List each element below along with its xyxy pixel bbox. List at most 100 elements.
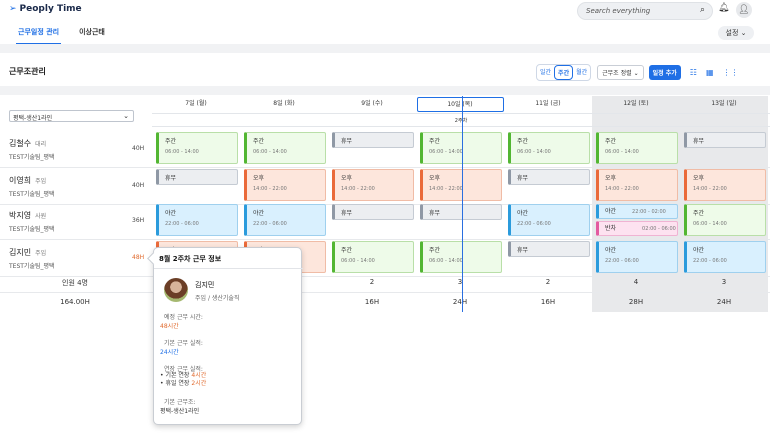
employee-hours: 36H (132, 217, 145, 224)
view-month-button[interactable]: 월간 (573, 65, 590, 80)
app-logo[interactable]: ➢ Peoply Time (9, 4, 82, 14)
location-filter-value: 평택-생산1라인 (13, 115, 53, 122)
bell-icon[interactable]: 🔔︎ (718, 3, 729, 13)
shift-card[interactable]: 휴무 (156, 169, 238, 185)
shift-card[interactable]: 야간 22:00 - 06:00 (244, 204, 326, 236)
employee-dept: TEST기술팀_평택 (9, 191, 55, 198)
day-header[interactable]: 7일 (월) (152, 96, 240, 112)
tab-attendance-anomaly[interactable]: 이상근태 (79, 27, 105, 42)
shift-card[interactable]: 주간 06:00 - 14:00 (420, 241, 502, 273)
settings-dropdown[interactable]: 설정 ⌄ (718, 26, 754, 40)
shift-card[interactable]: 휴무 (332, 204, 414, 220)
top-bar: ➢ Peoply Time 근무일정 관리 이상근태 Search everyt… (0, 0, 770, 45)
location-filter-select[interactable]: 평택-생산1라인 ⌄ (9, 110, 134, 122)
list-view-icon[interactable]: ☷ (690, 68, 697, 77)
popover-name: 김지민 (195, 281, 215, 289)
view-week-button[interactable]: 주간 (554, 65, 574, 80)
main-tabs: 근무일정 관리 이상근태 (15, 27, 105, 45)
overtime-item: • 기본 연장 4시간 (160, 372, 207, 379)
chevron-down-icon: ⌄ (123, 112, 129, 120)
shift-card[interactable]: 오후14:00 - 22:00 (684, 169, 766, 201)
logo-mark-icon: ➢ (9, 4, 17, 14)
day-header[interactable]: 8일 (화) (240, 96, 328, 112)
employee-name: 박지영 사원 (9, 211, 47, 220)
app-logo-text: Peoply Time (19, 4, 82, 14)
day-hours: 24H (452, 298, 468, 306)
day-header[interactable]: 12일 (토) (592, 96, 680, 112)
search-icon[interactable]: ⌕ (700, 5, 705, 15)
shift-card[interactable]: 야간 22:00 - 06:00 (596, 241, 678, 273)
employee-name: 김지민 주임 (9, 248, 47, 257)
view-mode-toggle: 일간 주간 월간 (536, 64, 592, 81)
employee-rank: 사원 (35, 213, 47, 220)
current-time-line (462, 96, 463, 312)
user-icon[interactable]: 👤︎ (736, 2, 752, 18)
shift-card[interactable]: 주간 06:00 - 14:00 (156, 132, 238, 164)
grid-view-icon[interactable]: ▦ (706, 68, 714, 77)
shift-card[interactable]: 휴무 (684, 132, 766, 148)
employee-dept: TEST기술팀_평택 (9, 226, 55, 233)
shift-card[interactable]: 오후14:00 - 22:00 (596, 169, 678, 201)
shift-card[interactable]: 휴무 (508, 241, 590, 257)
employee-hours: 40H (132, 182, 145, 189)
view-day-button[interactable]: 일간 (537, 65, 554, 80)
employee-dept: TEST기술팀_평택 (9, 263, 55, 270)
shift-card[interactable]: 주간 06:00 - 14:00 (244, 132, 326, 164)
day-hours: 16H (540, 298, 556, 306)
shift-card[interactable]: 휴무 (420, 204, 502, 220)
basic-hours-value: 24시간 (160, 349, 179, 356)
overtime-list: • 기본 연장 4시간 • 휴일 연장 2시간 (160, 372, 206, 388)
planned-hours-value: 48시간 (160, 323, 179, 330)
shift-card[interactable]: 주간 06:00 - 14:00 (420, 132, 502, 164)
employee-rank: 주임 (35, 178, 47, 185)
day-header[interactable]: 9일 (수) (328, 96, 416, 112)
row-divider (0, 276, 770, 277)
section-divider-2 (0, 86, 770, 95)
week-label: 2주차 (152, 113, 770, 127)
shift-card[interactable]: 주간 06:00 - 14:00 (596, 132, 678, 164)
employee-dept: TEST기술팀_평택 (9, 154, 55, 161)
section-divider (0, 44, 770, 53)
add-schedule-button[interactable]: 일정 추가 (648, 65, 681, 80)
sort-select[interactable]: 근무조 정렬 ⌄ (597, 65, 644, 80)
day-hours: 28H (628, 298, 644, 306)
shift-card[interactable]: 야간 22:00 - 06:00 (156, 204, 238, 236)
headcount-label: 인원 4명 (62, 279, 88, 287)
search-input[interactable]: Search everything ⌕ (577, 2, 713, 20)
day-header[interactable]: 11일 (금) (504, 96, 592, 112)
day-count: 3 (457, 278, 463, 286)
shift-card[interactable]: 오후14:00 - 22:00 (244, 169, 326, 201)
shift-card[interactable]: 휴무 (332, 132, 414, 148)
employee-rank: 대리 (35, 141, 47, 148)
view-toolbar: 일간 주간 월간 근무조 정렬 ⌄ 일정 추가 ☷ ▦ ⋮⋮ (536, 64, 739, 81)
shift-card[interactable]: 휴무 (508, 169, 590, 185)
shift-card[interactable]: 야간 22:00 - 06:00 (508, 204, 590, 236)
day-header[interactable]: 10일 (목) (416, 96, 504, 112)
shift-card[interactable]: 야간 22:00 - 02:00 (596, 204, 678, 219)
shift-card[interactable]: 오후14:00 - 22:00 (332, 169, 414, 201)
overtime-item: • 휴일 연장 2시간 (160, 380, 207, 387)
page-title: 근무조관리 (9, 67, 46, 76)
shift-card[interactable]: 주간 06:00 - 14:00 (684, 204, 766, 236)
shift-card[interactable]: 오후14:00 - 22:00 (420, 169, 502, 201)
day-count: 4 (633, 278, 639, 286)
avatar (164, 278, 188, 302)
popover-title: 8월 2주차 근무 정보 (159, 255, 222, 263)
employee-hours: 40H (132, 145, 145, 152)
shift-card[interactable]: 야간 22:00 - 06:00 (684, 241, 766, 273)
tab-schedule-management[interactable]: 근무일정 관리 (15, 27, 62, 45)
settings-label: 설정 (725, 29, 739, 37)
shift-card[interactable]: 주간 06:00 - 14:00 (332, 241, 414, 273)
day-header[interactable]: 13일 (일) (680, 96, 768, 112)
basic-hours-label: 기본 근무 실적: (164, 340, 203, 347)
week-info-popover: 8월 2주차 근무 정보 김지민 주임 / 생산기술직 예정 근무 시간: 48… (153, 247, 303, 425)
shift-card[interactable]: 주간 06:00 - 14:00 (508, 132, 590, 164)
base-group-value: 평택-생산1라인 (160, 408, 200, 415)
popover-role: 주임 / 생산기술직 (195, 295, 240, 302)
compact-view-icon[interactable]: ⋮⋮ (723, 68, 739, 77)
shift-card[interactable]: 반차 02:00 - 06:00 (596, 221, 678, 236)
day-count: 3 (721, 278, 727, 286)
employee-rank: 주임 (35, 250, 47, 257)
planned-hours-label: 예정 근무 시간: (164, 314, 203, 321)
day-hours: 16H (364, 298, 380, 306)
